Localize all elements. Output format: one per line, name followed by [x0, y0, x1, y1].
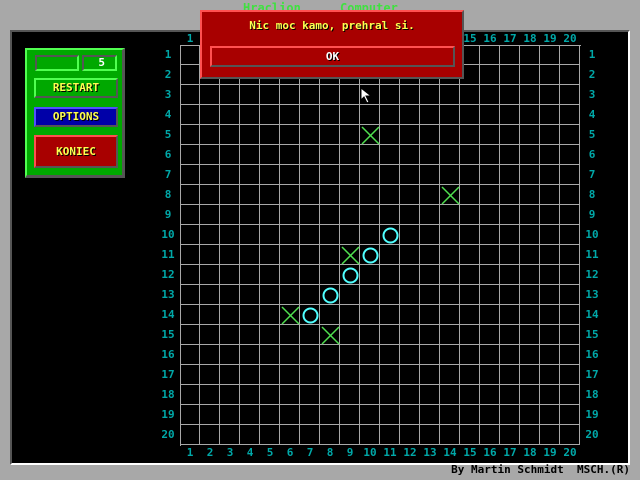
score-field: 5: [82, 55, 117, 71]
column-label-bottom: 12: [403, 446, 417, 459]
row-label-left: 18: [161, 388, 175, 401]
o-mark: [302, 307, 319, 324]
row-label-left: 8: [164, 188, 172, 201]
o-mark: [342, 267, 359, 284]
row-label-left: 15: [161, 328, 175, 341]
row-label-right: 16: [585, 348, 599, 361]
column-label-bottom: 5: [266, 446, 274, 459]
column-label-top: 1: [186, 32, 194, 45]
column-label-top: 16: [483, 32, 497, 45]
column-label-bottom: 2: [206, 446, 214, 459]
brand-label: MSCH.(R): [577, 463, 630, 476]
row-label-right: 3: [588, 88, 596, 101]
row-label-right: 9: [588, 208, 596, 221]
row-label-right: 7: [588, 168, 596, 181]
row-label-right: 2: [588, 68, 596, 81]
row-label-right: 19: [585, 408, 599, 421]
game-over-dialog: Nic moc kamo, prehral si. OK: [200, 10, 464, 79]
x-mark: [321, 326, 340, 345]
row-label-right: 4: [588, 108, 596, 121]
column-label-bottom: 17: [503, 446, 517, 459]
column-label-top: 19: [543, 32, 557, 45]
column-label-bottom: 1: [186, 446, 194, 459]
row-label-left: 16: [161, 348, 175, 361]
row-label-left: 6: [164, 148, 172, 161]
column-label-bottom: 18: [523, 446, 537, 459]
row-label-left: 13: [161, 288, 175, 301]
row-label-right: 8: [588, 188, 596, 201]
row-label-left: 4: [164, 108, 172, 121]
player-label: Hraclion: [243, 1, 301, 10]
column-label-bottom: 14: [443, 446, 457, 459]
row-label-left: 3: [164, 88, 172, 101]
x-mark: [361, 126, 380, 145]
row-label-right: 10: [585, 228, 599, 241]
dialog-message: Nic moc kamo, prehral si.: [249, 19, 415, 32]
row-label-left: 11: [161, 248, 175, 261]
x-mark: [441, 186, 460, 205]
x-mark: [281, 306, 300, 325]
column-label-top: 20: [563, 32, 577, 45]
column-label-bottom: 11: [383, 446, 397, 459]
column-label-bottom: 20: [563, 446, 577, 459]
marks-layer: [281, 126, 460, 345]
column-label-bottom: 16: [483, 446, 497, 459]
row-label-right: 1: [588, 48, 596, 61]
row-label-left: 12: [161, 268, 175, 281]
column-label-bottom: 7: [306, 446, 314, 459]
player-name-field: [35, 55, 79, 71]
mouse-cursor-icon: [360, 87, 373, 104]
row-label-left: 14: [161, 308, 175, 321]
row-label-left: 17: [161, 368, 175, 381]
row-label-left: 7: [164, 168, 172, 181]
o-mark: [322, 287, 339, 304]
row-label-right: 13: [585, 288, 599, 301]
column-label-bottom: 10: [363, 446, 377, 459]
row-label-right: 6: [588, 148, 596, 161]
row-label-right: 18: [585, 388, 599, 401]
row-label-left: 5: [164, 128, 172, 141]
row-label-right: 17: [585, 368, 599, 381]
row-label-right: 20: [585, 428, 599, 441]
column-label-bottom: 6: [286, 446, 294, 459]
row-label-left: 2: [164, 68, 172, 81]
column-label-bottom: 8: [326, 446, 334, 459]
row-label-left: 10: [161, 228, 175, 241]
row-label-left: 1: [164, 48, 172, 61]
footer: By Martin Schmidt MSCH.(R): [0, 463, 630, 476]
column-label-top: 18: [523, 32, 537, 45]
computer-label: Computer: [340, 1, 398, 10]
o-mark: [382, 227, 399, 244]
row-label-left: 19: [161, 408, 175, 421]
column-label-bottom: 13: [423, 446, 437, 459]
column-label-bottom: 4: [246, 446, 254, 459]
ok-button[interactable]: OK: [210, 46, 455, 67]
column-label-bottom: 19: [543, 446, 557, 459]
x-mark: [341, 246, 360, 265]
row-label-right: 5: [588, 128, 596, 141]
author-credit: By Martin Schmidt: [451, 463, 564, 476]
column-label-top: 17: [503, 32, 517, 45]
column-label-bottom: 15: [463, 446, 477, 459]
column-label-bottom: 9: [346, 446, 354, 459]
row-label-right: 11: [585, 248, 599, 261]
row-label-right: 14: [585, 308, 599, 321]
options-button[interactable]: OPTIONS: [34, 107, 118, 127]
row-label-right: 12: [585, 268, 599, 281]
column-label-bottom: 3: [226, 446, 234, 459]
row-label-right: 15: [585, 328, 599, 341]
row-label-left: 20: [161, 428, 175, 441]
quit-button[interactable]: KONIEC: [34, 135, 118, 168]
row-label-left: 9: [164, 208, 172, 221]
o-mark: [362, 247, 379, 264]
restart-button[interactable]: RESTART: [34, 78, 118, 98]
side-panel: 5 RESTART OPTIONS KONIEC: [25, 48, 125, 178]
